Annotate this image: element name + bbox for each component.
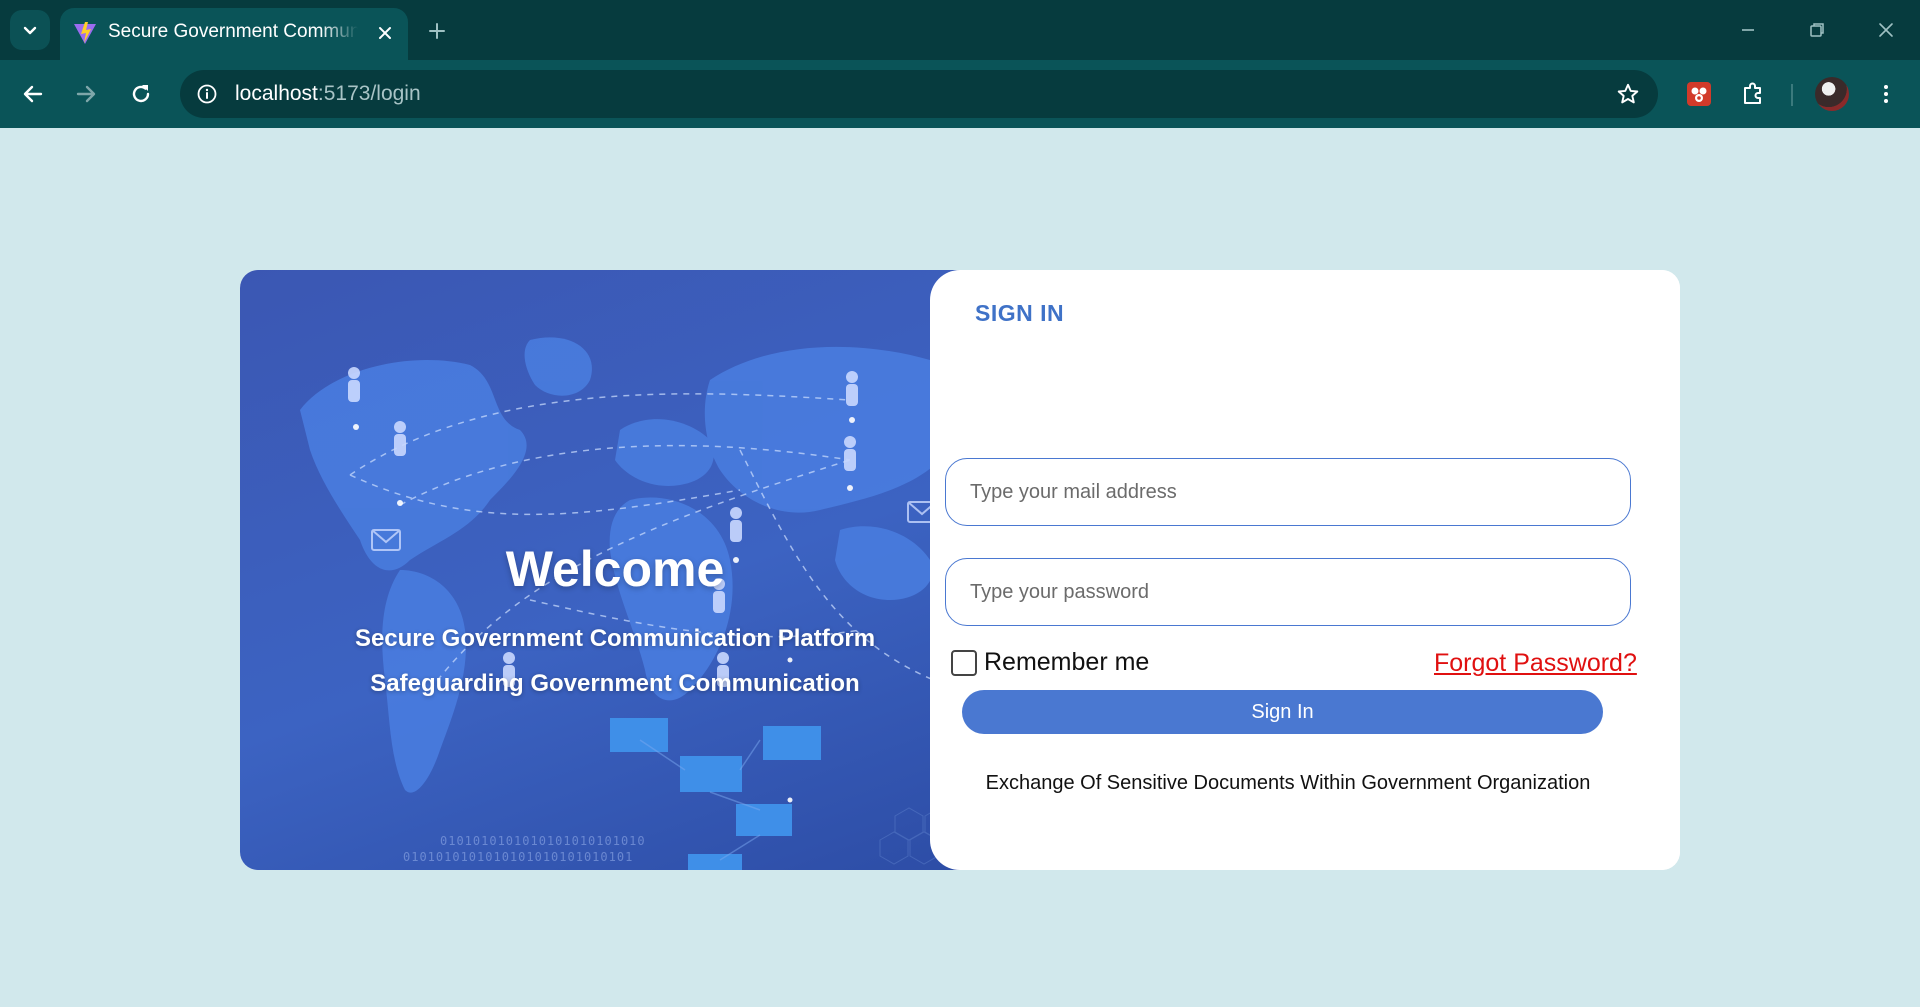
plus-icon <box>429 23 445 39</box>
close-icon <box>1879 23 1893 37</box>
arrow-right-icon <box>76 85 96 103</box>
tab-close-button[interactable] <box>372 20 398 46</box>
hero-subtitle-tagline: Safeguarding Government Communication <box>370 670 860 697</box>
star-icon <box>1617 83 1639 104</box>
signin-panel: SIGN IN Remember me Forgot Password? Sig… <box>930 270 1680 870</box>
remember-me-label[interactable]: Remember me <box>984 648 1149 677</box>
tab-title: Secure Government Communication Platform <box>108 21 358 42</box>
address-bar[interactable]: localhost:5173/login <box>180 70 1658 118</box>
hero-panel: 0101010101010101010101010 01010101010101… <box>240 270 960 870</box>
browser-toolbar: localhost:5173/login <box>0 60 1920 128</box>
signin-title: SIGN IN <box>975 300 1065 326</box>
binary-text-2: 0101010101010101010101010101 <box>403 850 634 864</box>
puzzle-icon <box>1744 82 1761 104</box>
info-icon <box>197 84 217 104</box>
toolbar-divider <box>1791 84 1793 106</box>
remember-me[interactable]: Remember me <box>951 648 1149 677</box>
email-input[interactable] <box>946 459 1630 525</box>
password-field[interactable] <box>945 558 1631 626</box>
forgot-password-link[interactable]: Forgot Password? <box>1434 649 1637 678</box>
password-input[interactable] <box>946 559 1630 625</box>
welcome-heading: Welcome <box>505 541 725 597</box>
forward-button[interactable] <box>66 74 106 114</box>
more-vert-icon <box>1884 85 1888 103</box>
vite-favicon-icon <box>74 22 96 44</box>
signin-button[interactable]: Sign In <box>962 690 1603 734</box>
binary-text-1: 0101010101010101010101010 <box>440 834 646 848</box>
login-card: 0101010101010101010101010 01010101010101… <box>240 270 1680 870</box>
site-info-button[interactable] <box>194 81 220 107</box>
url-host: localhost <box>235 82 318 105</box>
back-button[interactable] <box>13 74 53 114</box>
extension-app-icon <box>1687 82 1711 106</box>
window-close-button[interactable] <box>1866 12 1906 48</box>
reload-button[interactable] <box>121 74 161 114</box>
email-field[interactable] <box>945 458 1631 526</box>
tab-search-button[interactable] <box>10 10 50 50</box>
arrow-left-icon <box>23 85 43 103</box>
bookmark-button[interactable] <box>1614 80 1642 108</box>
chevron-down-icon <box>23 26 37 35</box>
minimize-icon <box>1742 29 1754 31</box>
hero-subtitle-platform: Secure Government Communication Platform <box>354 625 876 652</box>
minimize-button[interactable] <box>1728 12 1768 48</box>
profile-avatar[interactable] <box>1815 77 1849 111</box>
footer-note: Exchange Of Sensitive Documents Within G… <box>985 772 1591 794</box>
restore-icon <box>1810 23 1824 37</box>
browser-tab-bar: Secure Government Communication Platform <box>0 0 1920 60</box>
new-tab-button[interactable] <box>420 14 454 48</box>
url-text[interactable]: localhost:5173/login <box>235 82 421 106</box>
url-path: :5173/login <box>317 82 421 105</box>
close-icon <box>379 27 391 39</box>
extension-app-button[interactable] <box>1679 74 1719 114</box>
extensions-button[interactable] <box>1733 74 1773 114</box>
reload-icon <box>132 85 150 103</box>
restore-button[interactable] <box>1797 12 1837 48</box>
browser-tab[interactable]: Secure Government Communication Platform <box>60 8 408 60</box>
browser-menu-button[interactable] <box>1866 74 1906 114</box>
remember-me-checkbox[interactable] <box>951 649 977 676</box>
